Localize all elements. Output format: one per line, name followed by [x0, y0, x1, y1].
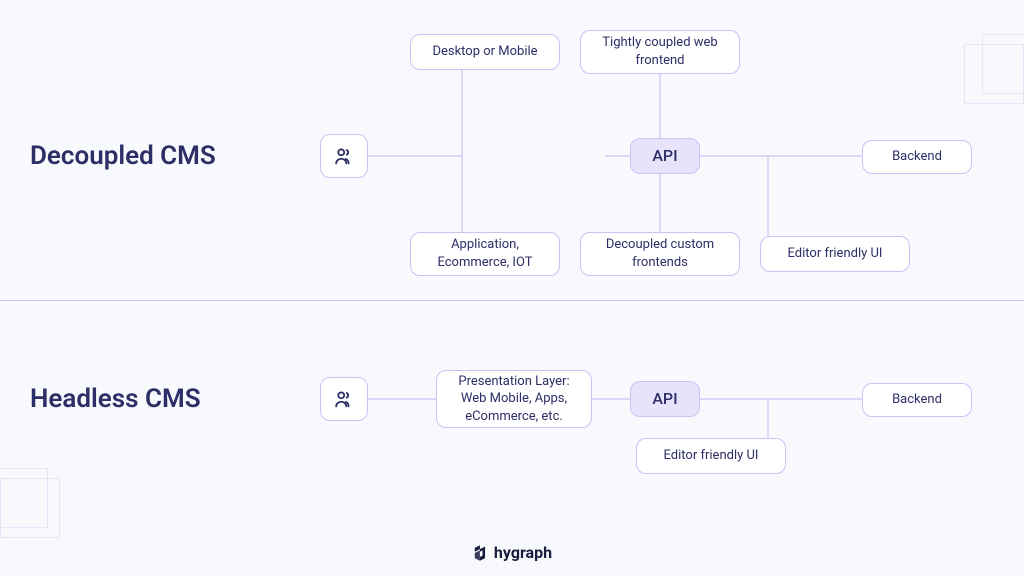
node-tight-frontend: Tightly coupled web frontend: [580, 30, 740, 74]
node-desktop-mobile: Desktop or Mobile: [410, 34, 560, 70]
diagram-canvas: Decoupled CMS Headless CMS Desktop or Mo…: [0, 0, 1024, 576]
users-icon-box-decoupled: [320, 134, 368, 178]
brand-mark-icon: [472, 544, 488, 562]
node-backend-headless: Backend: [862, 383, 972, 417]
decoration-bottom-left-2: [0, 478, 60, 538]
node-decoupled-frontends: Decoupled custom frontends: [580, 232, 740, 276]
title-headless: Headless CMS: [30, 384, 201, 414]
users-icon: [333, 388, 355, 410]
connectors: [0, 0, 1024, 576]
brand-name: hygraph: [494, 543, 552, 562]
node-editor-ui-headless: Editor friendly UI: [636, 438, 786, 474]
users-icon: [333, 145, 355, 167]
decoration-top-right-2: [964, 44, 1024, 104]
node-api-decoupled: API: [630, 138, 700, 174]
node-backend-decoupled: Backend: [862, 140, 972, 174]
users-icon-box-headless: [320, 377, 368, 421]
node-editor-ui-decoupled: Editor friendly UI: [760, 236, 910, 272]
brand-logo: hygraph: [472, 543, 552, 562]
title-decoupled: Decoupled CMS: [30, 141, 216, 171]
section-divider: [0, 300, 1024, 301]
node-application: Application, Ecommerce, IOT: [410, 232, 560, 276]
node-api-headless: API: [630, 381, 700, 417]
node-presentation-layer: Presentation Layer: Web Mobile, Apps, eC…: [436, 370, 592, 428]
